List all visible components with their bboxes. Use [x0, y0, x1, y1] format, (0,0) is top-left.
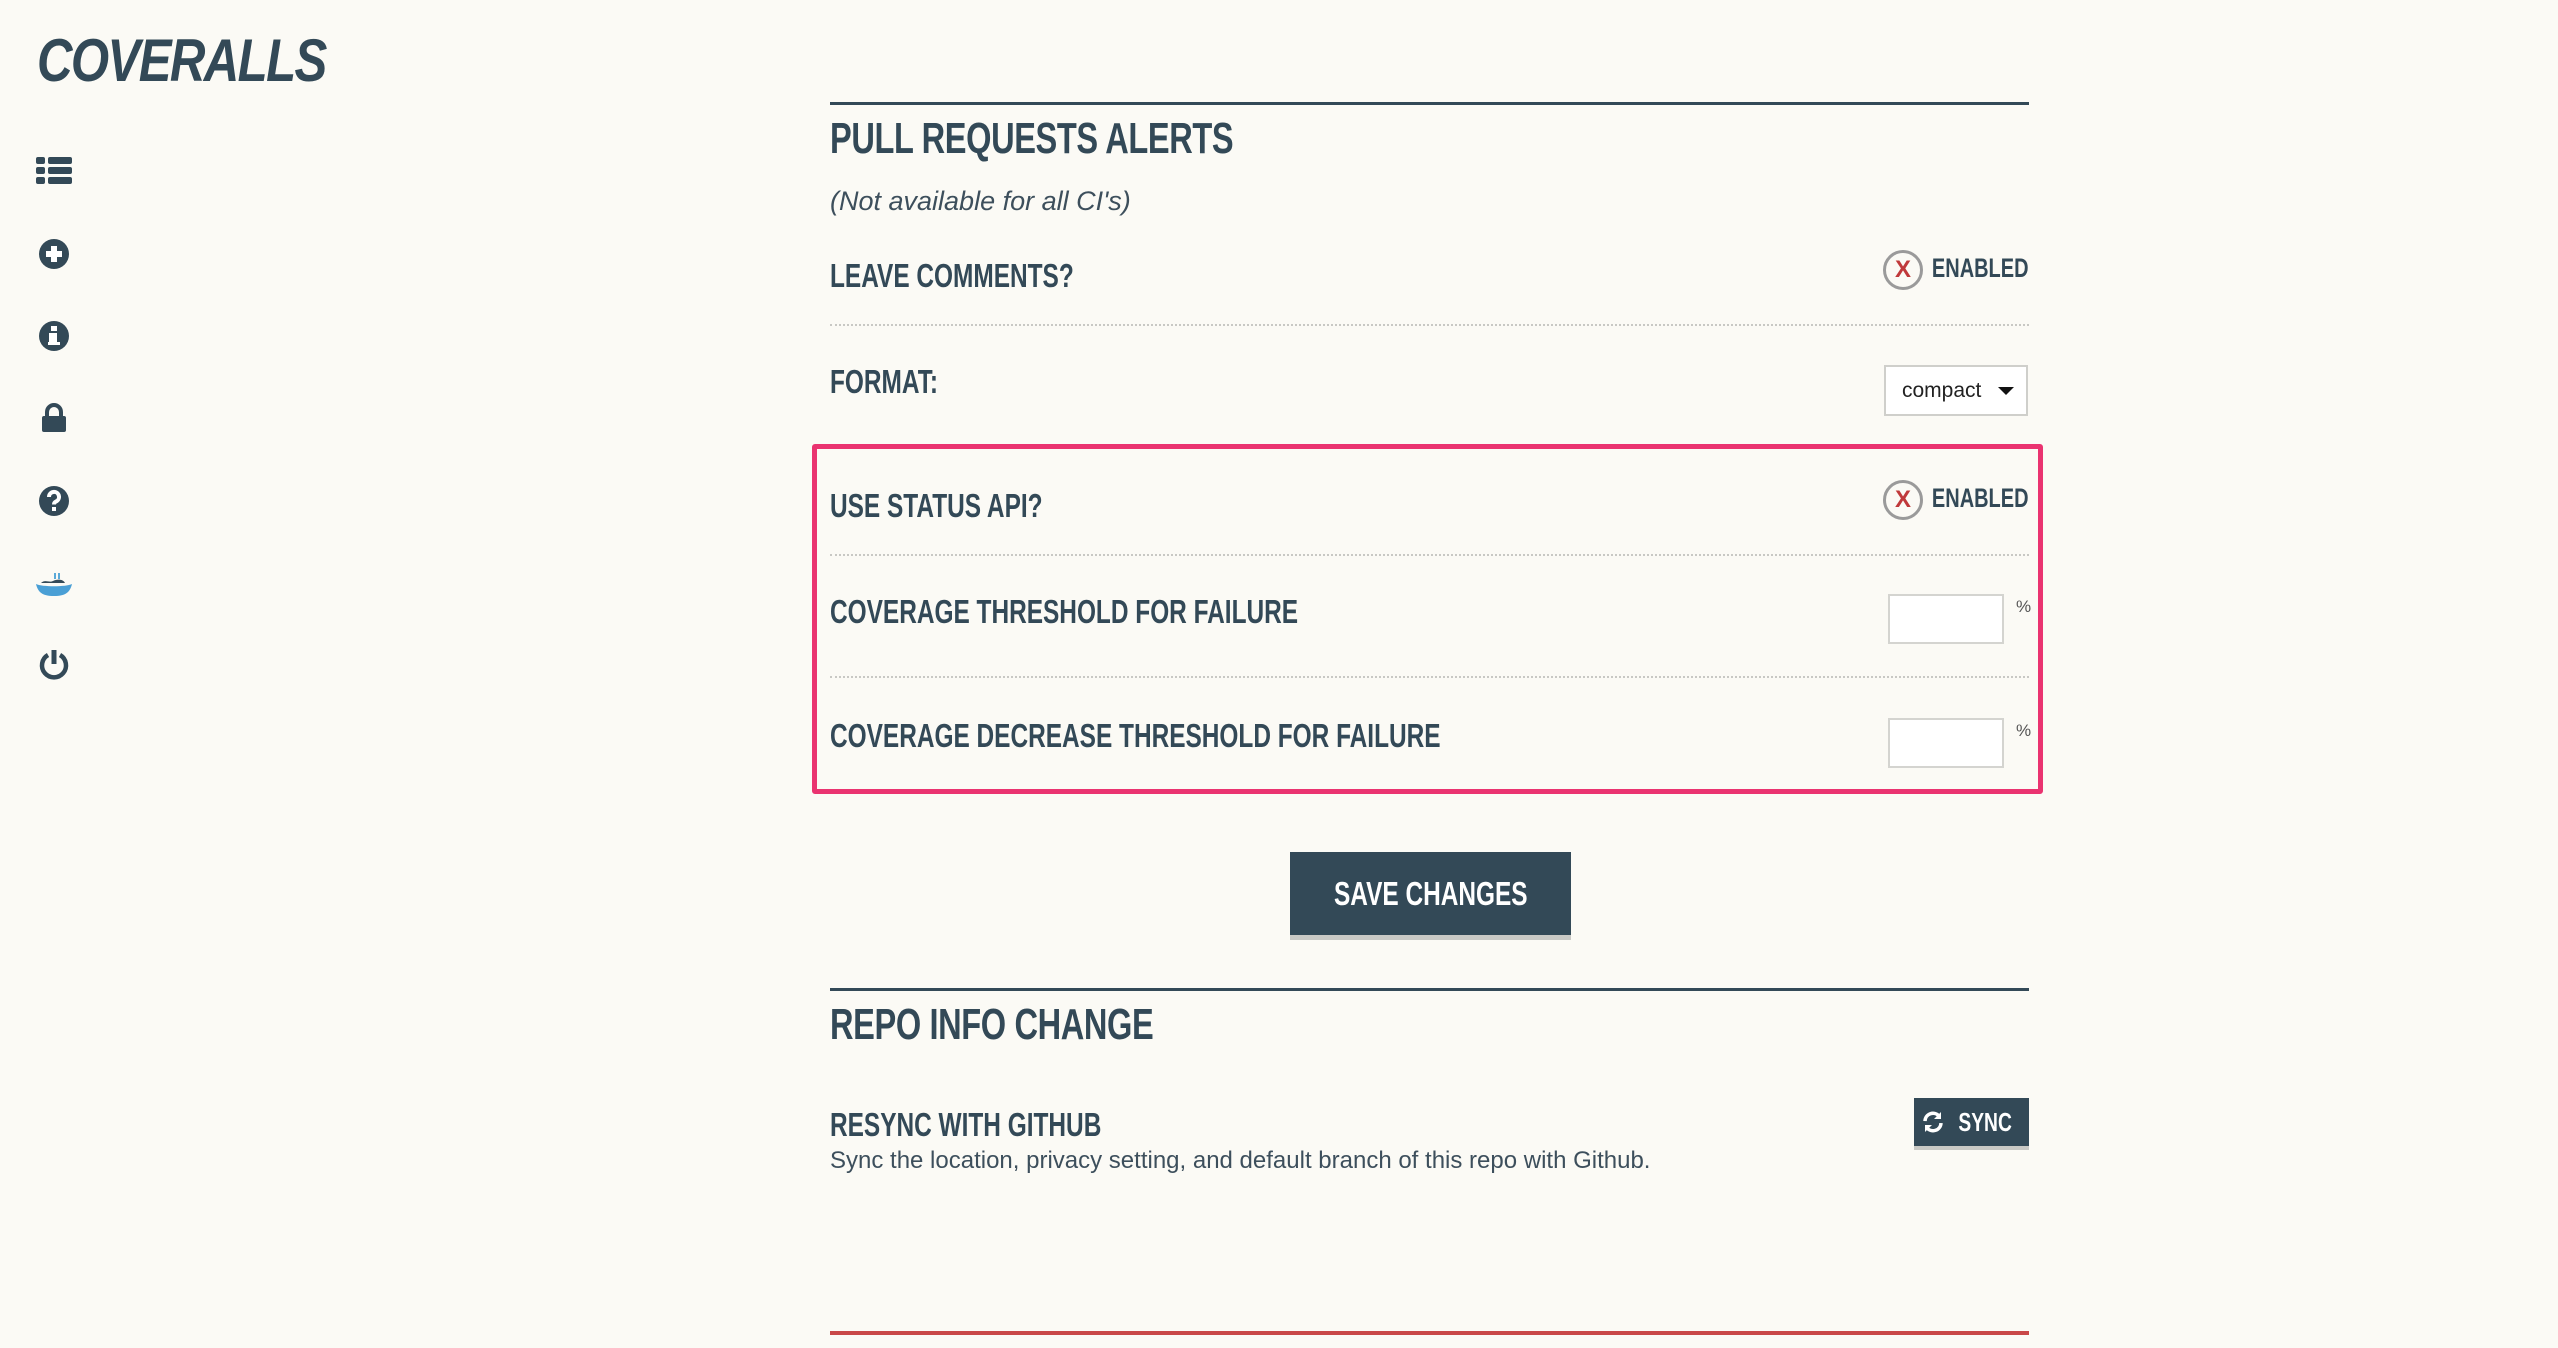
coverage-decrease-threshold-input[interactable]: [1888, 718, 2004, 768]
status-api-label: USE STATUS API?: [830, 487, 1043, 524]
info-icon[interactable]: [34, 316, 74, 356]
section-divider: [830, 102, 2029, 105]
resync-label: RESYNC WITH GITHUB: [830, 1106, 1102, 1143]
coverage-threshold-label: COVERAGE THRESHOLD FOR FAILURE: [830, 593, 1299, 630]
leave-comments-label: LEAVE COMMENTS?: [830, 257, 1074, 294]
pull-requests-subtitle: (Not available for all CI's): [830, 186, 1131, 216]
section-divider-red: [830, 1331, 2029, 1335]
pull-requests-title: PULL REQUESTS ALERTS: [830, 114, 1234, 163]
save-changes-button[interactable]: SAVE CHANGES: [1290, 852, 1571, 935]
format-select[interactable]: compact: [1884, 365, 2028, 416]
sync-button[interactable]: SYNC: [1914, 1098, 2029, 1146]
coverage-decrease-threshold-label: COVERAGE DECREASE THRESHOLD FOR FAILURE: [830, 717, 1441, 754]
save-changes-label: SAVE CHANGES: [1333, 874, 1528, 912]
lock-icon[interactable]: [34, 398, 74, 438]
refresh-icon: [1923, 1111, 1944, 1133]
section-divider: [830, 988, 2029, 991]
format-label: FORMAT:: [830, 363, 939, 400]
coverage-decrease-threshold-unit: %: [2016, 721, 2032, 740]
sync-label: SYNC: [1958, 1106, 2013, 1137]
coveralls-logo[interactable]: COVERALLS: [37, 26, 327, 95]
coverage-threshold-input[interactable]: [1888, 594, 2004, 644]
leave-comments-toggle[interactable]: X: [1883, 250, 1923, 290]
list-icon[interactable]: [34, 151, 74, 191]
leave-comments-status: ENABLED: [1932, 253, 2029, 283]
power-icon[interactable]: [34, 644, 74, 684]
resync-description: Sync the location, privacy setting, and …: [830, 1147, 1651, 1174]
caret-down-icon: [1998, 387, 2014, 395]
divider: [830, 676, 2029, 678]
status-api-toggle[interactable]: X: [1883, 480, 1923, 520]
format-selected-value: compact: [1902, 378, 1982, 402]
repo-info-title: REPO INFO CHANGE: [830, 1000, 1154, 1049]
divider: [830, 554, 2029, 556]
coverage-threshold-unit: %: [2016, 597, 2032, 616]
help-icon[interactable]: [34, 481, 74, 521]
status-api-status: ENABLED: [1932, 483, 2029, 513]
add-circle-icon[interactable]: [34, 234, 74, 274]
divider: [830, 324, 2029, 326]
whale-icon[interactable]: [34, 564, 74, 604]
